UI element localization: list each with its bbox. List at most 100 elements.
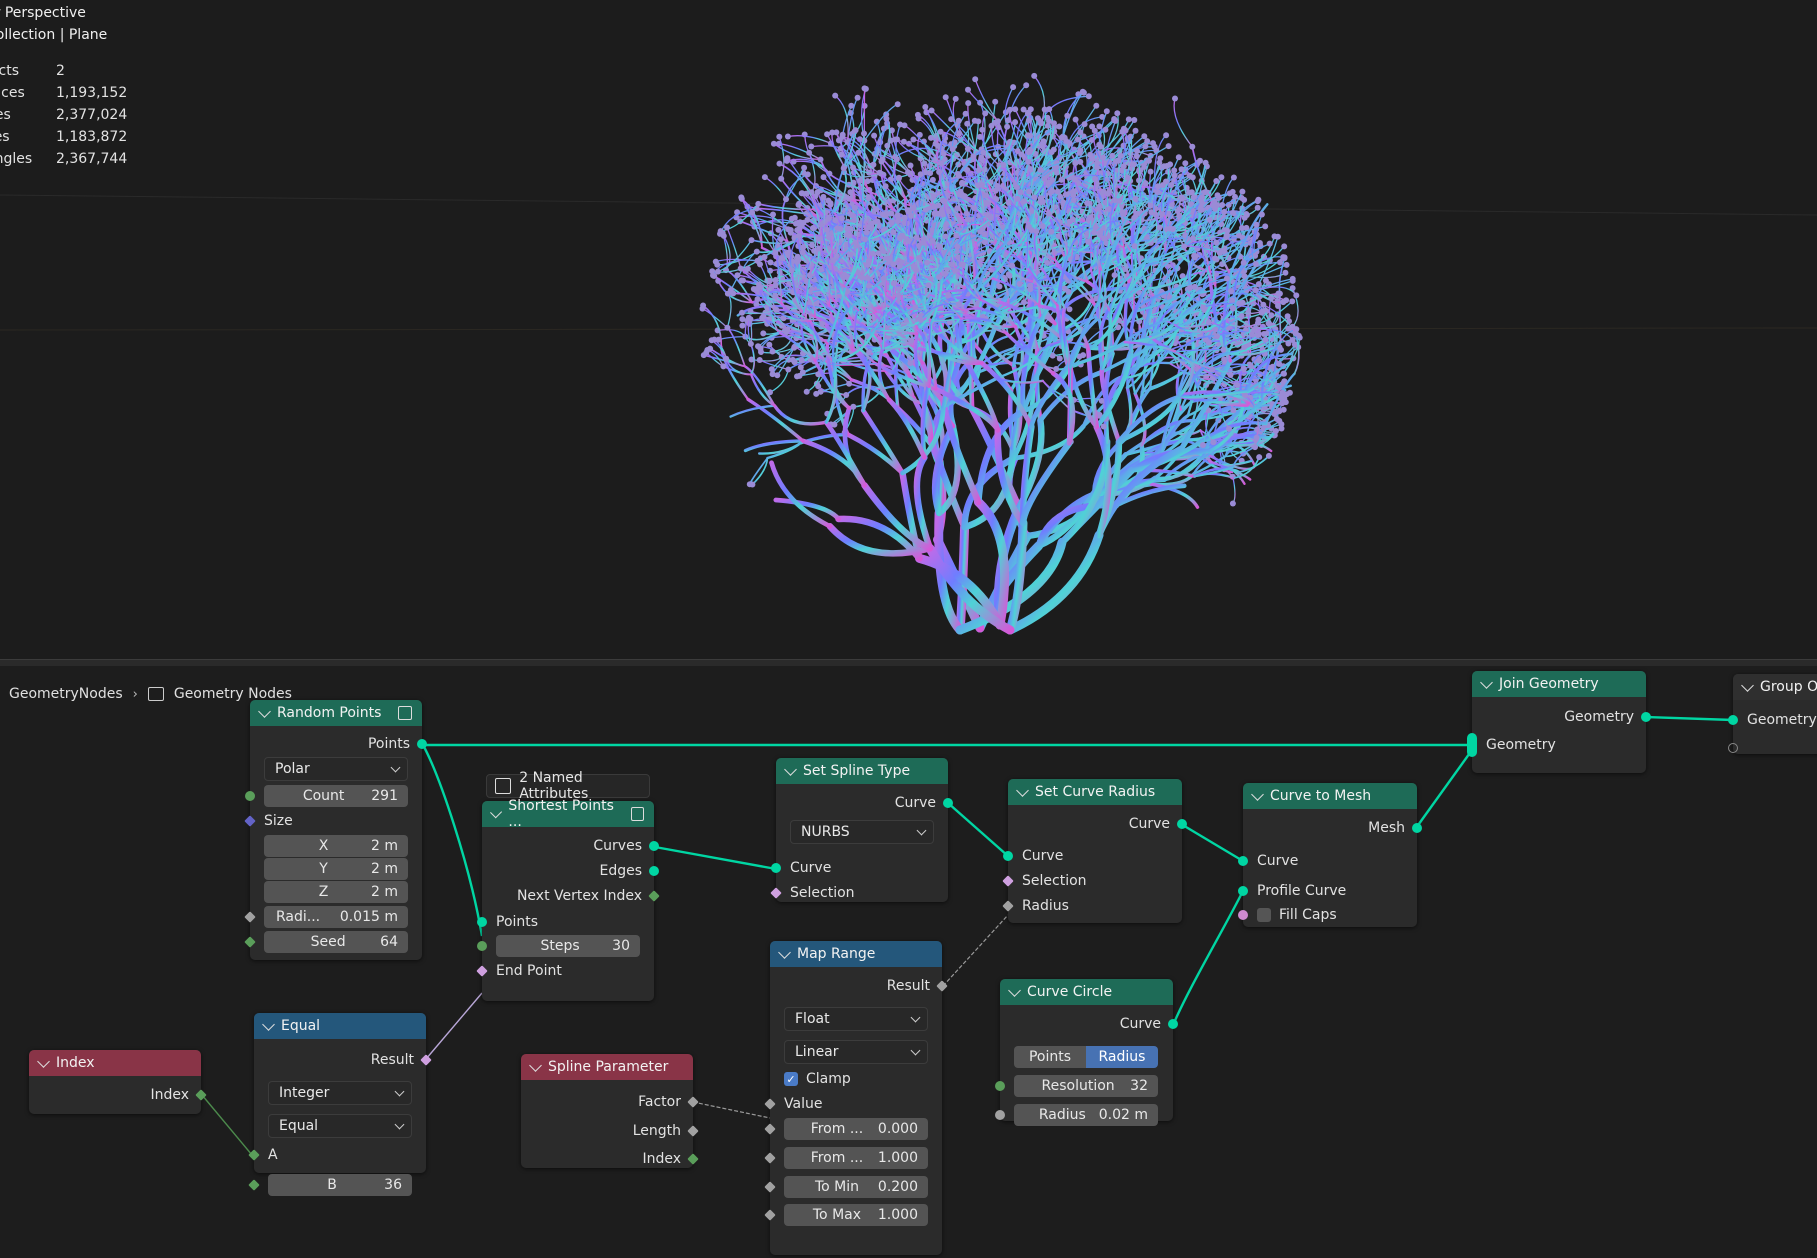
branch-tip: [1006, 106, 1013, 113]
branch-tip: [852, 127, 859, 134]
branch-tip: [1224, 227, 1231, 234]
tree-branch: [1173, 97, 1193, 148]
branch-tip: [1186, 172, 1193, 179]
branch-tip: [1009, 262, 1016, 269]
branch-tip: [1142, 143, 1149, 150]
branch-tip: [1281, 370, 1287, 377]
branch-tip: [778, 175, 785, 182]
branch-tip: [1232, 193, 1238, 200]
branch-tip: [1025, 117, 1032, 124]
branch-tip: [979, 126, 986, 133]
branch-tip: [1072, 160, 1079, 167]
tree-branch: [860, 408, 905, 476]
branch-tip: [1071, 176, 1078, 183]
branch-tip: [1065, 288, 1072, 295]
branch-tip: [988, 122, 995, 129]
branch-tip: [1255, 319, 1261, 326]
branch-tip: [1171, 167, 1178, 174]
branch-tip: [876, 169, 883, 176]
branch-tip: [1292, 330, 1299, 337]
branch-tip: [710, 272, 716, 279]
branch-tip: [1125, 116, 1132, 123]
branch-tip: [1165, 143, 1172, 150]
branch-tip: [1284, 313, 1291, 320]
branch-tip: [964, 145, 971, 152]
branch-tip: [769, 348, 776, 355]
branch-tip: [901, 122, 908, 129]
branch-tip: [1253, 221, 1260, 228]
branch-tip: [801, 164, 808, 171]
branch-tip: [1077, 158, 1084, 165]
branch-tip: [850, 164, 856, 171]
branch-tip: [952, 95, 959, 102]
branch-tip: [1189, 143, 1196, 150]
branch-tip: [861, 130, 867, 137]
branch-tip: [1072, 116, 1079, 123]
branch-tip: [829, 129, 836, 136]
branch-tip: [1255, 281, 1262, 288]
branch-tip: [1154, 189, 1161, 195]
branch-tip: [1013, 184, 1020, 191]
branch-tip: [1053, 366, 1060, 372]
branch-tip: [755, 200, 762, 207]
branch-tip: [831, 421, 838, 428]
branch-tip: [1227, 372, 1234, 378]
branch-tip: [1213, 178, 1220, 184]
branch-tip: [1282, 269, 1289, 276]
branch-tip: [980, 149, 987, 156]
branch-tip: [1163, 132, 1170, 139]
branch-tip: [1056, 355, 1063, 362]
branch-tip: [1256, 454, 1263, 461]
branch-tip: [1079, 88, 1086, 95]
branch-tip: [1272, 428, 1279, 434]
branch-tip: [1132, 127, 1139, 134]
branch-tip: [1025, 159, 1032, 165]
branch-tip: [1271, 233, 1278, 240]
branch-tip: [1074, 136, 1081, 143]
branch-tip: [1239, 188, 1246, 195]
branch-tip: [936, 169, 943, 175]
branch-tip: [1085, 93, 1092, 100]
branch-tip: [1178, 166, 1185, 173]
branch-tip: [1000, 162, 1007, 168]
branch-tip: [1021, 299, 1027, 306]
branch-tip: [1023, 82, 1030, 89]
branch-tip: [1258, 211, 1265, 218]
branch-tip: [820, 174, 827, 181]
branch-tip: [1252, 261, 1259, 268]
branch-tip: [938, 160, 944, 167]
branch-tip: [964, 120, 971, 127]
3d-viewport[interactable]: er Perspective Collection | Plane jects2…: [0, 0, 1817, 659]
branch-tip: [942, 271, 948, 277]
branch-tip: [1081, 121, 1088, 128]
branch-tip: [1058, 176, 1065, 183]
branch-tip: [976, 167, 982, 174]
branch-tip: [971, 205, 978, 211]
branch-tip: [928, 134, 934, 141]
branch-tip: [843, 392, 850, 398]
branch-tip: [746, 481, 753, 488]
branch-tip: [972, 76, 979, 83]
branch-tip: [791, 344, 798, 351]
branch-tip: [883, 115, 890, 122]
branch-tip: [1218, 174, 1225, 181]
branch-tip: [975, 118, 982, 125]
branch-tip: [983, 192, 990, 199]
branch-tip: [717, 228, 724, 235]
branch-tip: [1276, 417, 1283, 424]
branch-tip: [956, 130, 963, 137]
branch-tip: [1114, 110, 1121, 117]
branch-tip: [846, 380, 853, 387]
branch-tip: [1064, 112, 1071, 119]
branch-tip: [1252, 287, 1259, 294]
branch-tip: [1026, 188, 1033, 195]
branch-tip: [1134, 148, 1140, 154]
branch-tip: [976, 133, 983, 140]
branch-tip: [1171, 172, 1178, 179]
branch-tip: [1279, 400, 1286, 407]
branch-tip: [1200, 442, 1206, 448]
branch-tip: [1179, 195, 1186, 202]
branch-tip: [1280, 299, 1287, 306]
branch-tip: [1091, 127, 1098, 134]
branch-tip: [1175, 154, 1182, 161]
